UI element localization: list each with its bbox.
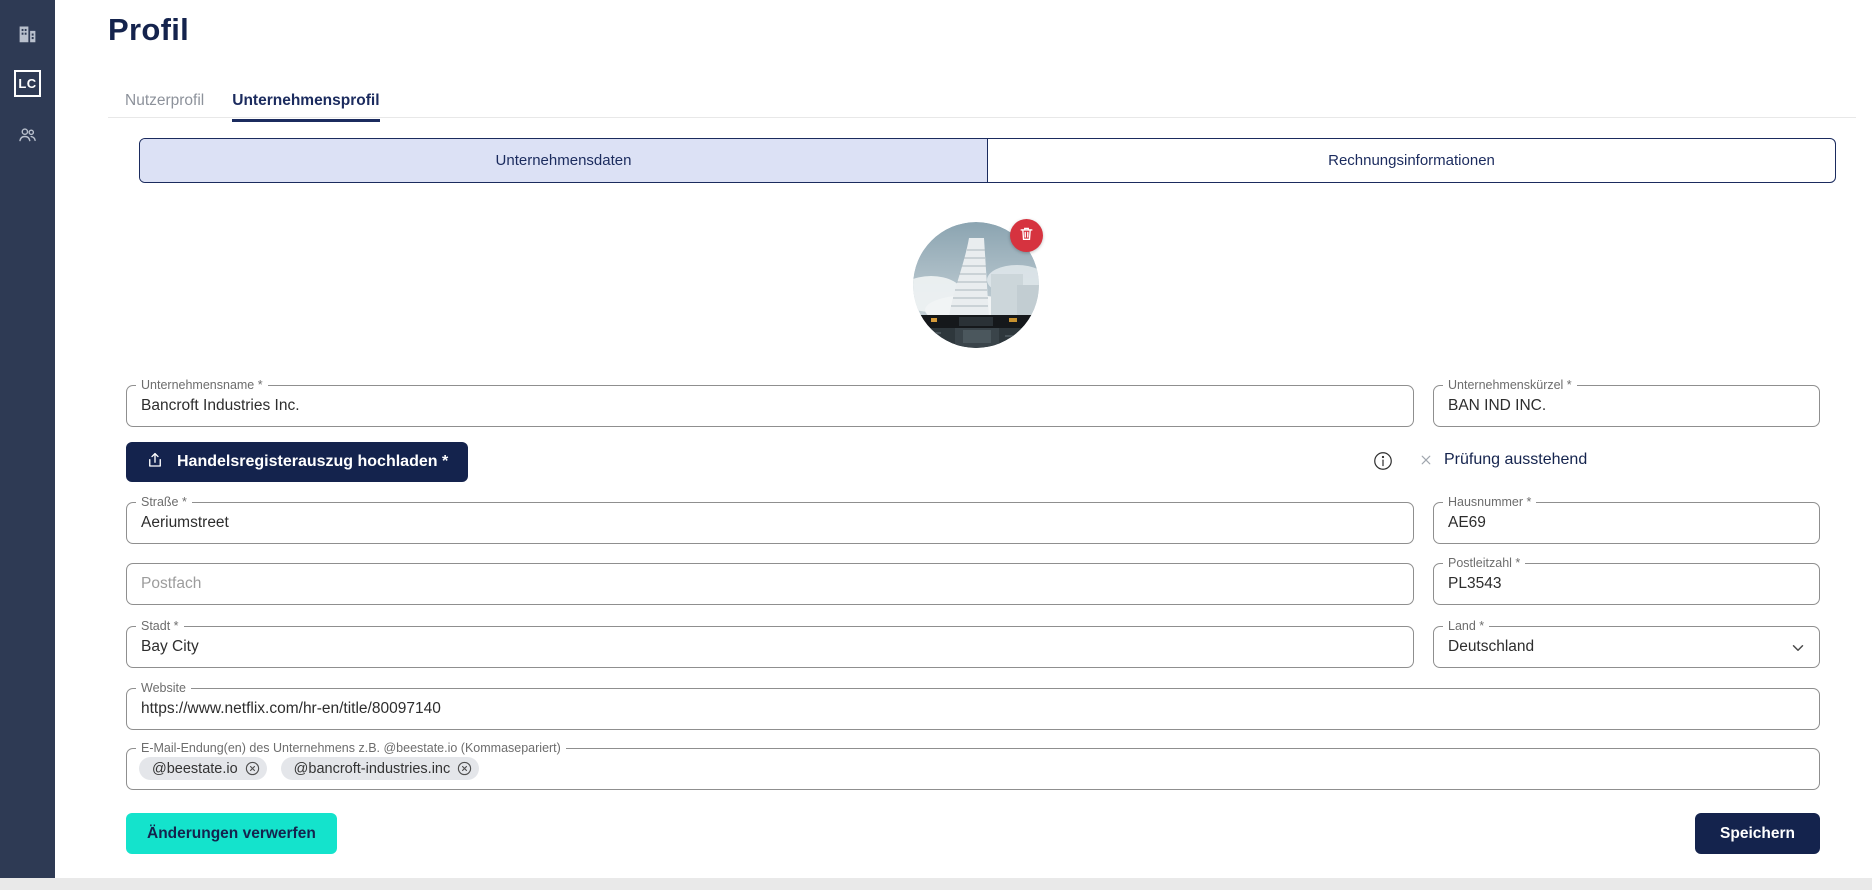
email-domains-field[interactable]: E-Mail-Endung(en) des Unternehmens z.B. … [126, 748, 1820, 790]
sidebar-item-lc[interactable]: LC [14, 70, 41, 97]
country-label: Land * [1443, 619, 1489, 633]
postal-code-value: PL3543 [1434, 564, 1819, 604]
verification-status: Prüfung ausstehend [1419, 451, 1587, 469]
form-row-6: E-Mail-Endung(en) des Unternehmens z.B. … [126, 748, 1820, 790]
postal-code-label: Postleitzahl * [1443, 556, 1525, 570]
status-pending-icon [1419, 453, 1433, 467]
tabs-divider [108, 117, 1856, 118]
status-badge: Prüfung ausstehend [1444, 451, 1587, 469]
website-label: Website [136, 681, 191, 695]
house-number-field[interactable]: Hausnummer * AE69 [1433, 502, 1820, 544]
remove-chip-icon[interactable] [456, 760, 473, 777]
company-profile-page: LC Profil Nutzerprofil Unternehmensprofi… [0, 0, 1872, 890]
segment-company-data[interactable]: Unternehmensdaten [140, 139, 988, 182]
city-field[interactable]: Stadt * Bay City [126, 626, 1414, 668]
house-number-label: Hausnummer * [1443, 495, 1536, 509]
form-row-5: Website https://www.netflix.com/hr-en/ti… [126, 688, 1820, 730]
company-name-value: Bancroft Industries Inc. [127, 386, 1413, 426]
street-field[interactable]: Straße * Aeriumstreet [126, 502, 1414, 544]
discard-changes-button[interactable]: Änderungen verwerfen [126, 813, 337, 854]
website-field[interactable]: Website https://www.netflix.com/hr-en/ti… [126, 688, 1820, 730]
chevron-down-icon [1789, 639, 1807, 662]
company-logo [913, 222, 1039, 348]
company-abbr-field[interactable]: Unternehmenskürzel * BAN IND INC. [1433, 385, 1820, 427]
company-abbr-value: BAN IND INC. [1434, 386, 1819, 426]
form-row-4: Stadt * Bay City Land * Deutschland [126, 626, 1820, 668]
save-button[interactable]: Speichern [1695, 813, 1820, 854]
section-switcher: Unternehmensdaten Rechnungsinformationen [139, 138, 1836, 183]
info-icon[interactable] [1372, 450, 1394, 477]
users-icon[interactable] [15, 121, 41, 147]
upload-icon [146, 451, 164, 474]
trash-icon [1018, 225, 1035, 247]
postal-code-field[interactable]: Postleitzahl * PL3543 [1433, 563, 1820, 605]
page-title: Profil [108, 12, 189, 48]
building-icon[interactable] [15, 20, 41, 46]
segment-billing-info[interactable]: Rechnungsinformationen [988, 139, 1835, 182]
email-domain-chip: @bancroft-industries.inc [281, 757, 480, 780]
email-domain-chip: @beestate.io [139, 757, 267, 780]
company-name-field[interactable]: Unternehmensname * Bancroft Industries I… [126, 385, 1414, 427]
chip-label: @bancroft-industries.inc [294, 761, 451, 777]
city-value: Bay City [127, 627, 1413, 667]
page-bottom-edge [0, 878, 1872, 890]
form-row-1: Unternehmensname * Bancroft Industries I… [126, 385, 1820, 427]
delete-logo-button[interactable] [1010, 219, 1043, 252]
po-box-field[interactable]: Postfach [126, 563, 1414, 605]
upload-row: Handelsregisterauszug hochladen * Prüfun… [126, 442, 1820, 482]
form-actions: Änderungen verwerfen Speichern [126, 813, 1820, 855]
upload-register-extract-button[interactable]: Handelsregisterauszug hochladen * [126, 442, 468, 482]
form-row-3: Postfach Postleitzahl * PL3543 [126, 563, 1820, 605]
street-label: Straße * [136, 495, 192, 509]
chip-label: @beestate.io [152, 761, 238, 777]
street-value: Aeriumstreet [127, 503, 1413, 543]
house-number-value: AE69 [1434, 503, 1819, 543]
company-abbr-label: Unternehmenskürzel * [1443, 378, 1577, 392]
website-value: https://www.netflix.com/hr-en/title/8009… [127, 689, 1819, 729]
form-row-2: Straße * Aeriumstreet Hausnummer * AE69 [126, 502, 1820, 544]
company-name-label: Unternehmensname * [136, 378, 268, 392]
city-label: Stadt * [136, 619, 184, 633]
remove-chip-icon[interactable] [244, 760, 261, 777]
po-box-placeholder: Postfach [127, 564, 1413, 604]
sidebar: LC [0, 0, 55, 878]
email-domains-label: E-Mail-Endung(en) des Unternehmens z.B. … [136, 741, 566, 755]
country-value: Deutschland [1434, 627, 1819, 667]
upload-button-label: Handelsregisterauszug hochladen * [177, 453, 448, 471]
country-select[interactable]: Land * Deutschland [1433, 626, 1820, 668]
